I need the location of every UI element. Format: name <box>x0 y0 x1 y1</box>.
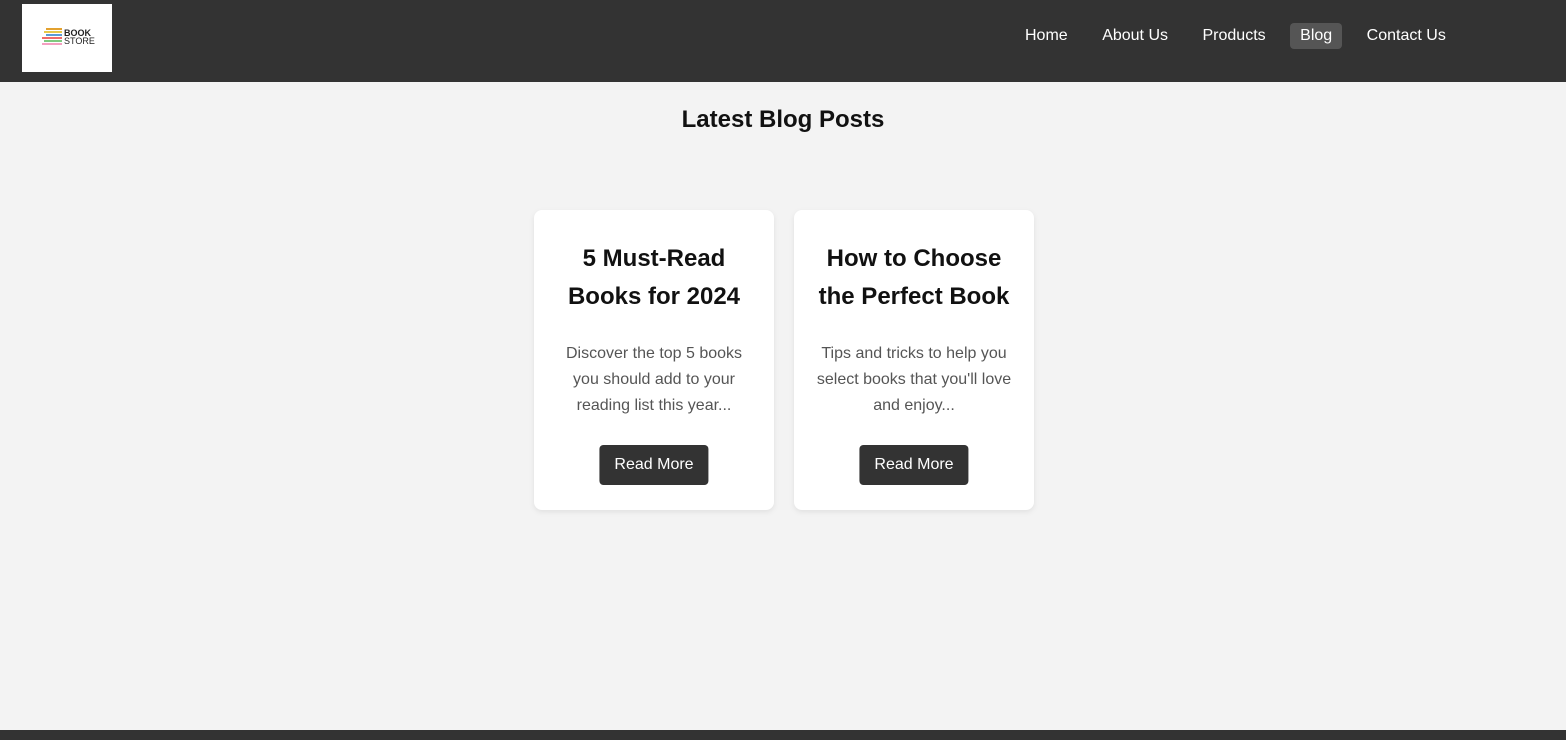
blog-card-excerpt: Discover the top 5 books you should add … <box>565 345 743 414</box>
page-title: Latest Blog Posts <box>681 106 885 133</box>
nav-blog[interactable]: Blog <box>1290 23 1343 49</box>
read-more-button[interactable]: Read More <box>599 445 709 485</box>
logo-wordmark: BOOK STORE <box>64 28 95 46</box>
site-footer <box>0 730 1566 740</box>
nav-products[interactable]: Products <box>1193 23 1276 49</box>
main-nav: Home About Us Products Blog Contact Us <box>1015 23 1470 49</box>
blog-card: 5 Must-Read Books for 2024 Discover the … <box>534 210 774 510</box>
blog-card: How to Choose the Perfect Book Tips and … <box>794 210 1034 510</box>
book-stack-icon <box>42 28 62 45</box>
site-header: BOOK STORE Home About Us Products Blog C… <box>0 0 1566 82</box>
nav-about-us[interactable]: About Us <box>1092 23 1178 49</box>
read-more-button[interactable]: Read More <box>859 445 969 485</box>
nav-home[interactable]: Home <box>1015 23 1078 49</box>
bookstore-logo[interactable]: BOOK STORE <box>22 4 112 72</box>
blog-card-title: 5 Must-Read Books for 2024 <box>567 245 741 310</box>
nav-contact-us[interactable]: Contact Us <box>1357 23 1456 49</box>
blog-card-title: How to Choose the Perfect Book <box>818 245 1010 310</box>
blog-card-excerpt: Tips and tricks to help you select books… <box>816 345 1012 414</box>
